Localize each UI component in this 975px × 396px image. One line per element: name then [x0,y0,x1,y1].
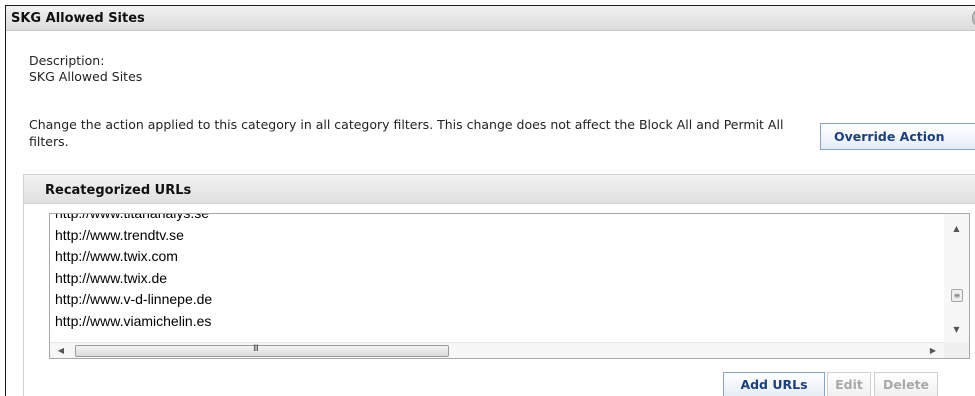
scroll-up-arrow-icon[interactable]: ▲ [944,220,969,237]
add-urls-button[interactable]: Add URLs [723,372,825,396]
scroll-down-arrow-icon[interactable]: ▼ [944,321,969,338]
scroll-left-arrow-icon[interactable]: ◀ [52,343,70,358]
description-label: Description: [29,53,105,68]
delete-button[interactable]: Delete [874,372,938,396]
url-list-item[interactable]: http://www.viamichelin.es [55,311,212,333]
scrollbar-corner [944,342,969,358]
allowed-sites-panel: SKG Allowed Sites Description: SKG Allow… [5,5,975,396]
panel-title: SKG Allowed Sites [11,11,145,26]
horizontal-scroll-thumb[interactable]: III [75,344,449,357]
override-action-button[interactable]: Override Action [820,123,975,150]
change-action-notice: Change the action applied to this catego… [29,117,784,149]
url-list-item[interactable]: http://www.trendtv.se [55,225,212,247]
scroll-right-arrow-icon[interactable]: ▶ [924,343,942,358]
panel-title-bar: SKG Allowed Sites [6,6,975,31]
recategorized-urls-section: Recategorized URLs http://www.titananaly… [23,174,975,396]
url-list-item[interactable]: http://www.titananalys.se [55,214,212,225]
url-list-item[interactable]: http://www.twix.com [55,246,212,268]
url-list-item[interactable]: http://www.v-d-linnepe.de [55,289,212,311]
url-list: http://www.titananalys.se http://www.tre… [55,214,212,332]
description-value: SKG Allowed Sites [29,69,143,84]
url-listbox[interactable]: http://www.titananalys.se http://www.tre… [49,213,970,359]
url-list-viewport: http://www.titananalys.se http://www.tre… [50,214,944,344]
edit-button[interactable]: Edit [827,372,871,396]
recategorized-urls-header: Recategorized URLs [24,175,975,204]
scroll-grip-icon[interactable]: ≡ [951,289,963,302]
recategorized-urls-title: Recategorized URLs [45,183,192,198]
vertical-scrollbar[interactable]: ▲ ≡ ▼ [944,214,969,344]
thumb-grip-icon: III [253,344,259,354]
horizontal-scrollbar[interactable]: ◀ III ▶ [50,342,944,358]
url-list-item[interactable]: http://www.twix.de [55,268,212,290]
